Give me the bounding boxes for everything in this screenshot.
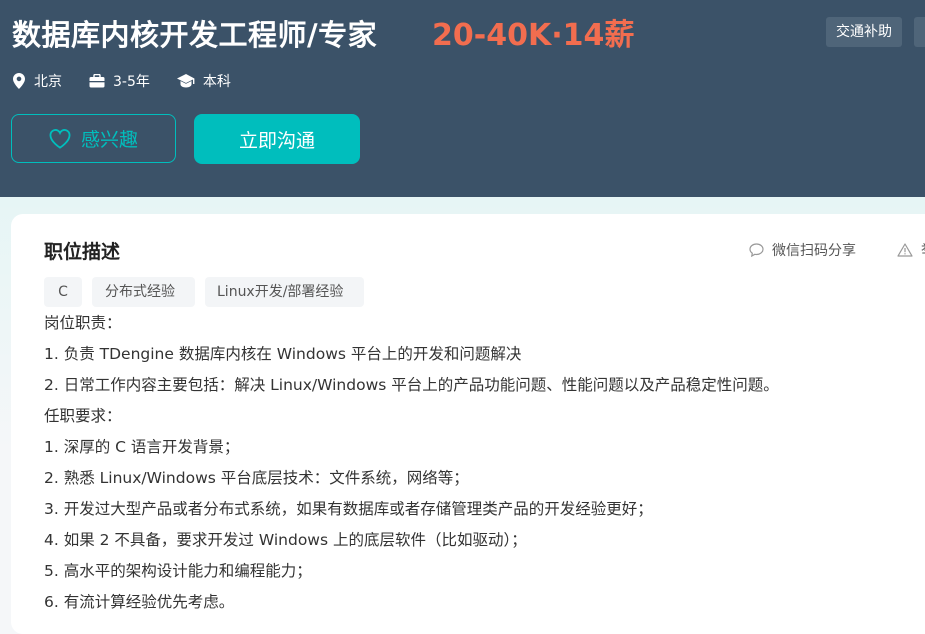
chat-bubble-icon xyxy=(749,243,764,257)
skill-tags: C 分布式经验 Linux开发/部署经验 xyxy=(44,277,374,307)
job-meta: 北京 3-5年 本科 xyxy=(12,70,258,92)
experience-text: 3-5年 xyxy=(113,74,150,90)
description-line: 岗位职责： xyxy=(44,314,122,332)
salary: 20-40K·14薪 xyxy=(432,18,635,53)
wechat-share-button[interactable]: 微信扫码分享 xyxy=(749,240,856,260)
description-line: 3. 开发过大型产品或者分布式系统，如果有数据库或者存储管理类产品的开发经验更好… xyxy=(44,500,653,518)
skill-tag: 分布式经验 xyxy=(92,277,195,307)
job-description-text: 岗位职责： 1. 负责 TDengine 数据库内核在 Windows 平台上的… xyxy=(44,311,914,621)
briefcase-icon xyxy=(89,74,105,88)
description-line: 任职要求： xyxy=(44,407,122,425)
warning-icon xyxy=(897,243,913,257)
job-title: 数据库内核开发工程师/专家 xyxy=(12,18,378,52)
description-line: 2. 日常工作内容主要包括：解决 Linux/Windows 平台上的产品功能问… xyxy=(44,376,779,394)
report-button[interactable]: 举报 xyxy=(897,240,925,260)
description-line: 1. 负责 TDengine 数据库内核在 Windows 平台上的开发和问题解… xyxy=(44,345,522,363)
skill-tag: Linux开发/部署经验 xyxy=(205,277,364,307)
description-line: 2. 熟悉 Linux/Windows 平台底层技术：文件系统，网络等； xyxy=(44,469,469,487)
chat-button[interactable]: 立即沟通 xyxy=(194,114,360,164)
graduation-cap-icon xyxy=(176,74,195,88)
interest-label: 感兴趣 xyxy=(80,129,138,151)
benefit-tag xyxy=(914,17,925,47)
location-pin-icon xyxy=(13,73,25,89)
meta-education: 本科 xyxy=(176,71,231,91)
report-label: 举报 xyxy=(921,240,925,260)
section-title: 职位描述 xyxy=(44,241,121,263)
description-line: 1. 深厚的 C 语言开发背景； xyxy=(44,438,240,456)
education-text: 本科 xyxy=(202,74,231,90)
interest-button[interactable]: 感兴趣 xyxy=(11,114,176,163)
description-line: 6. 有流计算经验优先考虑。 xyxy=(44,593,235,611)
heart-icon xyxy=(49,128,71,149)
location-text: 北京 xyxy=(34,74,62,90)
benefit-tag: 交通补助 xyxy=(826,17,902,47)
description-line: 5. 高水平的架构设计能力和编程能力； xyxy=(44,562,312,580)
meta-location: 北京 xyxy=(12,71,62,91)
description-line: 4. 如果 2 不具备，要求开发过 Windows 上的底层软件（比如驱动）； xyxy=(44,531,527,549)
meta-experience: 3-5年 xyxy=(89,71,150,91)
share-label: 微信扫码分享 xyxy=(772,243,856,259)
skill-tag: C xyxy=(44,277,82,307)
job-header: 数据库内核开发工程师/专家 20-40K·14薪 交通补助 北京 3-5年 本科 xyxy=(0,0,925,197)
chat-label: 立即沟通 xyxy=(238,129,315,152)
